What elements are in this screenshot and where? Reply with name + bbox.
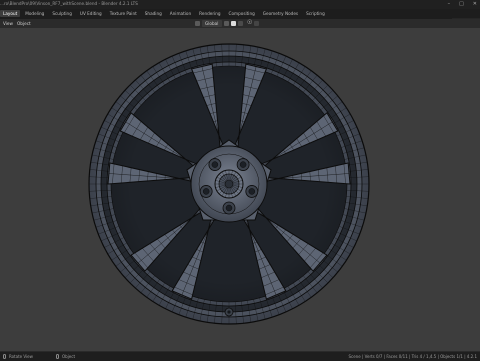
snap-icon[interactable] — [231, 21, 236, 26]
title-bar: ...ro\BlendPro\09\Vinson_RF7_withScene.b… — [0, 0, 480, 9]
wheel-render — [0, 28, 480, 351]
window-title: ...ro\BlendPro\09\Vinson_RF7_withScene.b… — [0, 1, 138, 6]
workspace-tab-rendering[interactable]: Rendering — [196, 10, 223, 17]
valve-stem — [225, 308, 233, 316]
proportional-edit-icon[interactable]: ☉ — [247, 19, 252, 26]
status-left-hint: Rotate View — [9, 354, 33, 359]
window-controls: – □ ✕ — [448, 1, 477, 7]
mouse-right-icon — [56, 354, 59, 359]
orientation-icon — [195, 21, 200, 26]
object-menu[interactable]: Object — [17, 20, 31, 27]
pivot-icon[interactable] — [224, 21, 229, 26]
workspace-tab-shading[interactable]: Shading — [142, 10, 165, 17]
workspace-tab-sculpting[interactable]: Sculpting — [49, 10, 75, 17]
workspace-tab-animation[interactable]: Animation — [167, 10, 194, 17]
lug-hole — [226, 205, 232, 211]
workspace-bar: LayoutModelingSculptingUV EditingTexture… — [0, 9, 480, 19]
status-middle-hint: Object — [62, 354, 75, 359]
lug-hole — [203, 188, 209, 194]
workspace-tab-texture-paint[interactable]: Texture Paint — [107, 10, 140, 17]
orientation-label: Global — [205, 20, 218, 27]
workspace-tab-compositing[interactable]: Compositing — [226, 10, 258, 17]
minimize-button[interactable]: – — [448, 1, 451, 7]
snap-target-icon[interactable] — [238, 21, 243, 26]
workspace-tabs: LayoutModelingSculptingUV EditingTexture… — [0, 10, 328, 17]
workspace-tab-geometry-nodes[interactable]: Geometry Nodes — [260, 10, 301, 17]
lug-hole — [240, 162, 246, 168]
workspace-tab-scripting[interactable]: Scripting — [303, 10, 328, 17]
view-menu[interactable]: View — [3, 20, 13, 27]
workspace-tab-uv-editing[interactable]: UV Editing — [77, 10, 105, 17]
workspace-tab-modeling[interactable]: Modeling — [22, 10, 47, 17]
mouse-left-icon — [3, 354, 6, 359]
lug-hole — [249, 188, 255, 194]
maximize-button[interactable]: □ — [459, 1, 464, 7]
3d-viewport[interactable] — [0, 28, 480, 351]
falloff-icon[interactable] — [254, 21, 259, 26]
lug-hole — [212, 162, 218, 168]
close-button[interactable]: ✕ — [473, 1, 477, 7]
scene-statistics: Scene | Verts 0/7 | Faces 0/11 | Tris 4 … — [348, 354, 477, 359]
workspace-tab-layout[interactable]: Layout — [0, 10, 20, 17]
